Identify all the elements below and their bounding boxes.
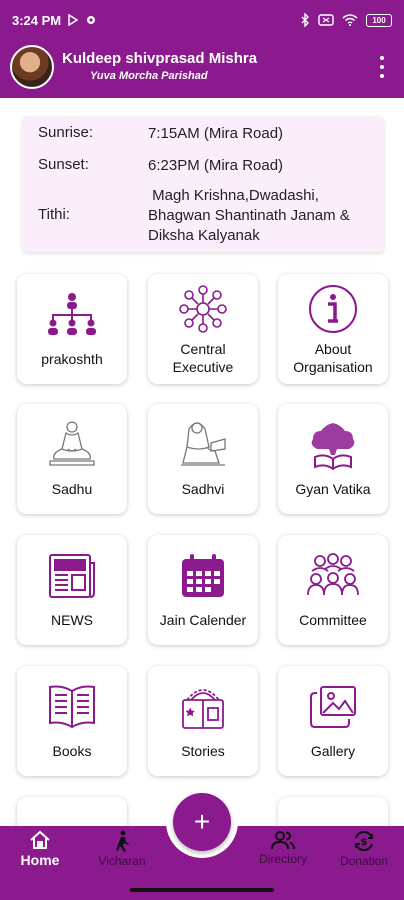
more-options-icon[interactable] xyxy=(376,56,388,78)
tile-news[interactable]: NEWS xyxy=(17,535,127,645)
tile-label: Sadhu xyxy=(51,481,93,497)
meditating-monk-icon xyxy=(49,421,95,466)
sunset-value: 6:23PM (Mira Road) xyxy=(148,157,284,174)
nav-vicharan[interactable]: Vicharan xyxy=(82,830,162,868)
org-chart-icon xyxy=(48,293,96,335)
status-bar: 3:24 PM 100 xyxy=(0,0,404,40)
battery-icon: 100 xyxy=(366,13,392,27)
walking-person-icon xyxy=(116,830,129,852)
newspaper-icon xyxy=(49,554,95,598)
tithi-row: Tithi: Magh Krishna,Dwadashi, Bhagwan Sh… xyxy=(38,186,368,246)
tile-gyan-vatika[interactable]: Gyan Vatika xyxy=(278,404,388,514)
tile-prakoshth[interactable]: prakoshth xyxy=(17,274,127,384)
tile-sadhvi[interactable]: Sadhvi xyxy=(148,404,258,514)
system-home-indicator[interactable] xyxy=(130,888,274,892)
app-header: Kuldeep shivprasad Mishra Yuva Morcha Pa… xyxy=(0,40,404,98)
nun-icon xyxy=(181,422,226,466)
bluetooth-icon xyxy=(301,13,309,27)
tile-gallery[interactable]: Gallery xyxy=(278,666,388,776)
info-icon xyxy=(309,285,357,333)
tree-book-icon xyxy=(311,423,355,471)
tile-central-executive[interactable]: Central Executive xyxy=(148,274,258,384)
sunrise-value: 7:15AM (Mira Road) xyxy=(148,125,284,142)
sunrise-row: Sunrise: 7:15AM (Mira Road) xyxy=(38,124,368,144)
tithi-value: Magh Krishna,Dwadashi, Bhagwan Shantinat… xyxy=(148,187,354,244)
tile-sadhu[interactable]: Sadhu xyxy=(17,404,127,514)
tile-books[interactable]: Books xyxy=(17,666,127,776)
tile-committee[interactable]: Committee xyxy=(278,535,388,645)
tile-label: Committee xyxy=(299,612,367,628)
wifi-icon xyxy=(342,14,358,26)
tile-label: Central Executive xyxy=(172,341,234,375)
tile-label: Sadhvi xyxy=(181,481,225,497)
sunset-row: Sunset: 6:23PM (Mira Road) xyxy=(38,156,368,176)
avatar[interactable] xyxy=(10,45,54,89)
add-fab-button[interactable]: + xyxy=(173,793,231,851)
tile-label: Stories xyxy=(181,743,225,759)
donation-icon: $ xyxy=(355,830,373,852)
tile-label: Gyan Vatika xyxy=(295,481,371,497)
user-name: Kuldeep shivprasad Mishra xyxy=(62,50,258,67)
tile-label: Books xyxy=(52,743,92,759)
panchang-info-card: Sunrise: 7:15AM (Mira Road) Sunset: 6:23… xyxy=(22,116,384,252)
calendar-icon xyxy=(182,554,224,597)
tile-jain-calender[interactable]: Jain Calender xyxy=(148,535,258,645)
network-icon xyxy=(179,285,227,333)
tithi-label: Tithi: xyxy=(38,206,70,223)
nav-directory-label: Directory xyxy=(258,852,307,866)
tile-label: About Organisation xyxy=(293,341,373,375)
tile-label: Jain Calender xyxy=(159,612,247,628)
plus-icon: + xyxy=(193,806,211,837)
tile-stories[interactable]: Stories xyxy=(148,666,258,776)
nav-donation[interactable]: $ Donation xyxy=(324,830,404,868)
nav-vicharan-label: Vicharan xyxy=(98,854,146,868)
sunrise-label: Sunrise: xyxy=(38,124,94,141)
group-icon xyxy=(307,553,359,596)
tile-about-organisation[interactable]: About Organisation xyxy=(278,274,388,384)
user-organisation: Yuva Morcha Parishad xyxy=(90,70,208,82)
tile-label: Gallery xyxy=(310,743,356,759)
play-store-icon xyxy=(68,14,79,26)
open-book-icon xyxy=(49,685,95,729)
sim-card-icon xyxy=(318,14,334,26)
nav-home-label: Home xyxy=(20,852,60,868)
people-icon xyxy=(271,831,295,850)
status-time: 3:24 PM xyxy=(12,12,62,28)
nav-donation-label: Donation xyxy=(339,854,389,868)
battery-level: 100 xyxy=(372,15,386,25)
storybook-icon xyxy=(182,689,224,729)
settings-gear-icon xyxy=(87,16,96,24)
sunset-label: Sunset: xyxy=(38,156,89,173)
svg-text:$: $ xyxy=(361,837,368,848)
home-icon xyxy=(30,830,50,849)
gallery-icon xyxy=(310,686,356,728)
nav-directory[interactable]: Directory xyxy=(243,830,323,866)
tile-label: NEWS xyxy=(51,612,93,628)
nav-home[interactable]: Home xyxy=(0,830,80,868)
tile-label: prakoshth xyxy=(41,351,103,367)
